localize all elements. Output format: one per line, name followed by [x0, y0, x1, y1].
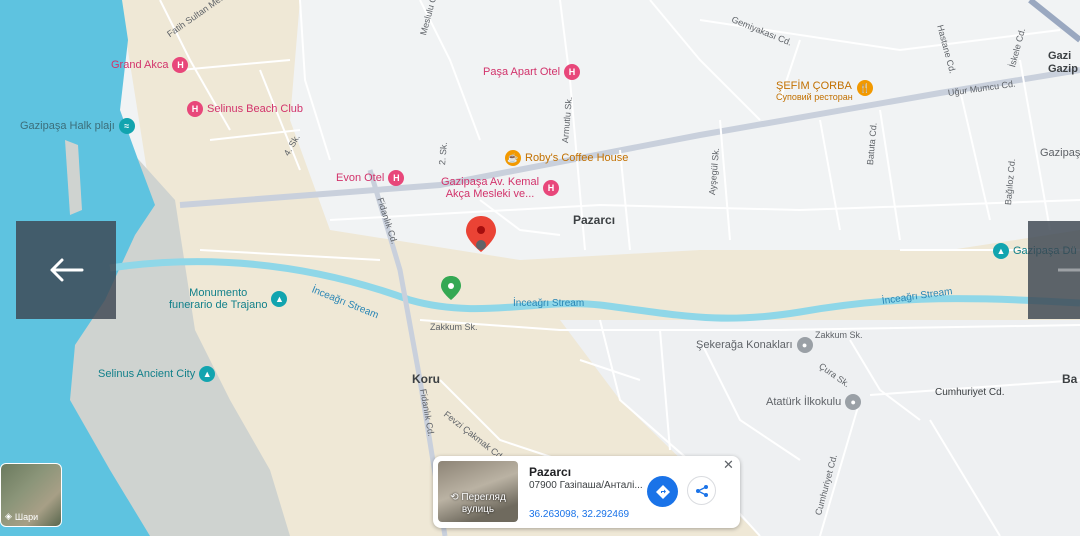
poi-sekeraga[interactable]: Şekerağa Konakları ●: [696, 337, 813, 353]
monument-icon: ▲: [271, 291, 288, 307]
poi-monumento[interactable]: Monumento funerario de Trajano ▲: [169, 287, 288, 311]
place-title: Pazarcı: [529, 465, 572, 479]
poi-label: Şekerağa Konakları: [696, 339, 793, 351]
layers-label-row: ◈ Шари: [5, 511, 38, 522]
area-pazarci: Pazarcı: [573, 213, 616, 227]
poi-label: ŞEFİM ÇORBA: [776, 80, 852, 92]
street-zakkum-1: Zakkum Sk.: [430, 322, 478, 332]
urban-area: [290, 0, 1080, 260]
directions-icon: [655, 484, 670, 499]
street-view-icon: ⟲: [450, 492, 459, 503]
directions-button[interactable]: [647, 476, 678, 507]
place-coordinates[interactable]: 36.263098, 32.292469: [529, 509, 629, 520]
poi-selinus-beach-club[interactable]: H Selinus Beach Club: [187, 101, 303, 117]
poi-label-2: Akça Mesleki ve...: [445, 188, 535, 200]
label-gazip-top: Gazip: [1048, 63, 1078, 75]
next-button[interactable]: [1028, 221, 1080, 319]
poi-label: Monumento: [189, 287, 248, 299]
label-gazi-top: Gazi: [1048, 50, 1072, 62]
poi-label: Paşa Apart Otel: [483, 66, 561, 78]
poi-selinus-ancient[interactable]: Selinus Ancient City ▲: [98, 366, 216, 382]
poi-sefim-corba[interactable]: ŞEFİM ÇORBA Суповий ресторан 🍴: [776, 80, 873, 102]
poi-label: Selinus Beach Club: [207, 103, 304, 115]
layers-label: Шари: [14, 511, 39, 522]
beach-icon: ≈: [118, 118, 135, 134]
street-cumhuriyet-1: Cumhuriyet Cd.: [935, 387, 1005, 398]
hotel-icon: H: [388, 170, 405, 186]
layers-toggle[interactable]: ◈ Шари: [0, 463, 62, 527]
area-ba: Ba: [1062, 372, 1078, 386]
poi-kemal-akca[interactable]: Gazipaşa Av. Kemal Akça Mesleki ve... H: [441, 176, 560, 200]
close-button[interactable]: ✕: [723, 457, 734, 473]
label-gazipasa: Gazipaşa: [1040, 147, 1080, 159]
hotel-icon: H: [543, 180, 560, 196]
street-view-label: ⟲ Перегляд вулиць: [438, 492, 518, 516]
restaurant-icon: 🍴: [856, 80, 873, 96]
poi-label: Grand Akca: [111, 59, 169, 71]
poi-label: Atatürk İlkokulu: [766, 396, 842, 408]
poi-label: Gazipaşa Av. Kemal: [441, 176, 540, 188]
arrow-right-icon: [1058, 268, 1080, 272]
poi-sublabel: Суповий ресторан: [776, 92, 853, 102]
poi-label: Evon Otel: [336, 172, 385, 184]
area-koru: Koru: [412, 372, 440, 386]
school-icon: ●: [845, 394, 862, 410]
poi-halk-plaji[interactable]: Gazipaşa Halk plajı ≈: [20, 118, 135, 134]
poi-label: Roby's Coffee House: [525, 152, 629, 164]
poi-label-2: funerario de Trajano: [169, 299, 268, 311]
hotel-icon: H: [564, 64, 581, 80]
hotel-icon: H: [172, 57, 189, 73]
share-button[interactable]: [687, 476, 716, 505]
landmark-icon: ▲: [993, 243, 1009, 259]
street-view-label-2: вулиць: [461, 504, 495, 515]
poi-pasa-apart[interactable]: Paşa Apart Otel H: [483, 64, 581, 80]
place-icon: ●: [796, 337, 813, 353]
arrow-left-icon: [50, 258, 84, 282]
hotel-icon: H: [187, 101, 203, 117]
place-address: 07900 Газіпаша/Анталі...: [529, 480, 643, 491]
poi-label: Selinus Ancient City: [98, 368, 196, 380]
stream-label-2: İnceağrı Stream: [513, 298, 585, 309]
street-view-thumbnail[interactable]: ⟲ Перегляд вулиць: [438, 461, 518, 522]
street-2-sk: 2. Sk.: [437, 141, 449, 166]
monument-icon: ▲: [199, 366, 216, 382]
cafe-icon: ☕: [505, 150, 521, 166]
poi-evon-otel[interactable]: Evon Otel H: [336, 170, 405, 186]
previous-button[interactable]: [16, 221, 116, 319]
poi-robys-coffee[interactable]: ☕ Roby's Coffee House: [505, 150, 628, 166]
street-zakkum-2: Zakkum Sk.: [815, 330, 863, 340]
poi-grand-akca[interactable]: Grand Akca H: [111, 57, 189, 73]
share-icon: [695, 484, 708, 497]
poi-label: Gazipaşa Halk plajı: [20, 120, 115, 132]
layers-icon: ◈: [5, 511, 12, 521]
place-info-card: ⟲ Перегляд вулиць Pazarcı 07900 Газіпаша…: [433, 456, 740, 528]
poi-ataturk-ilkokulu[interactable]: Atatürk İlkokulu ●: [766, 394, 862, 410]
street-view-label-1: Перегляд: [461, 492, 506, 503]
